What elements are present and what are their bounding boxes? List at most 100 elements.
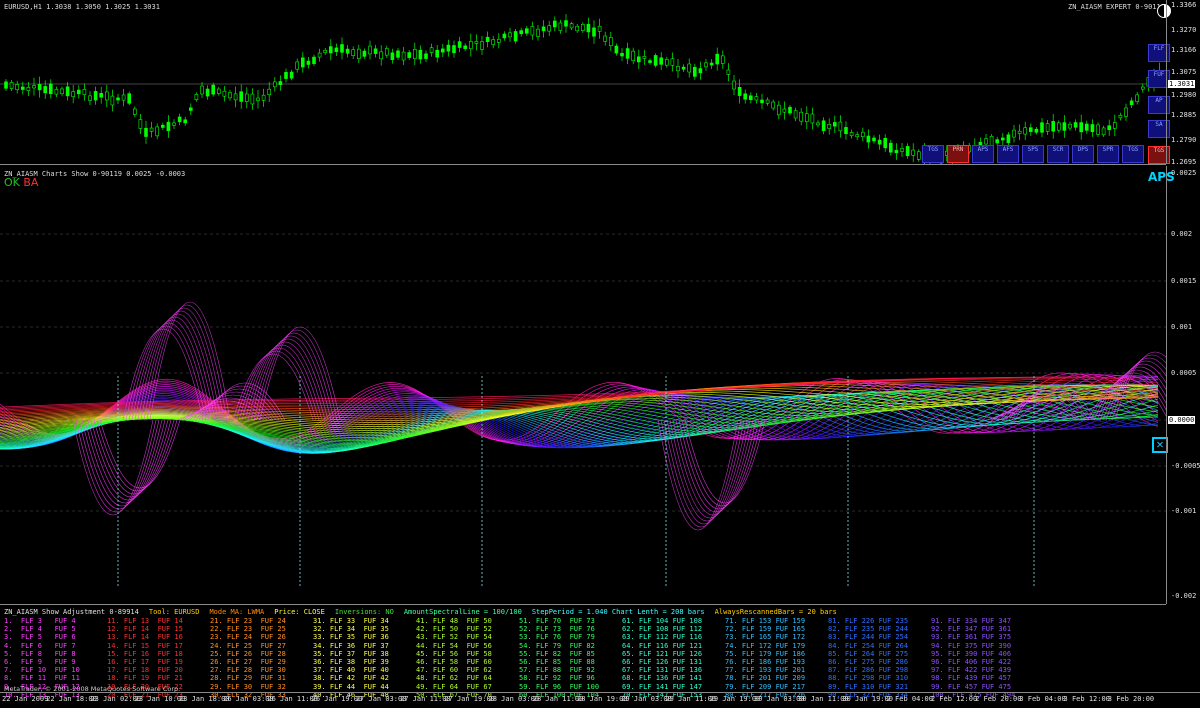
candle xyxy=(328,39,333,61)
adjustment-row: 11. FLF 13 FUF 14 xyxy=(107,617,183,625)
candle xyxy=(1000,133,1005,145)
candle xyxy=(519,27,524,37)
candle xyxy=(743,89,748,104)
adjustment-column: 21. FLF 23 FUF 24 22. FLF 23 FUF 25 23. FL… xyxy=(210,617,286,699)
candle xyxy=(99,86,103,104)
adjustment-column: 91. FLF 334 FUF 347 92. FLF 347 FUF 361 93… xyxy=(931,617,1015,699)
candle xyxy=(564,14,568,33)
candle xyxy=(530,21,535,40)
ok-ba-indicator: OK BA xyxy=(4,176,38,189)
candle xyxy=(608,31,613,52)
time-axis[interactable]: 22 Jan 2009 22 Jan 18:00 23 Jan 02:00 23 Ja… xyxy=(0,692,1200,708)
candle xyxy=(418,45,423,64)
toolbar-button-aps[interactable]: APS xyxy=(972,145,994,163)
time-axis-label: 28 Jan 03:00 xyxy=(488,695,540,703)
candle xyxy=(71,84,75,104)
adjustment-row: 21. FLF 23 FUF 24 xyxy=(210,617,286,625)
adjustment-row: 61. FLF 104 FUF 108 xyxy=(622,617,703,625)
adjustment-row: 55. FLF 82 FUF 85 xyxy=(519,649,595,658)
time-axis-label: 3 Feb 20:00 xyxy=(1107,695,1155,703)
toolbar-button-spr[interactable]: SPR xyxy=(1097,145,1119,163)
candle xyxy=(211,82,215,97)
adjustment-row: 62. FLF 108 FUF 112 xyxy=(622,625,703,634)
candle xyxy=(468,33,473,57)
price-scale[interactable]: 1.3366 1.3270 1.3166 1.3075 1.3031 1.2980 1.28… xyxy=(1166,0,1200,166)
candle xyxy=(1068,121,1072,131)
toolbar-button-afs[interactable]: AFS xyxy=(997,145,1019,163)
spectral-spike xyxy=(259,327,341,421)
candle xyxy=(664,56,669,68)
toolbar-button-scr[interactable]: SCR xyxy=(1047,145,1069,163)
candle xyxy=(15,80,19,94)
candle xyxy=(345,45,350,58)
candle xyxy=(1079,114,1083,140)
price-scale-tick: 1.2790 xyxy=(1171,136,1197,144)
candle xyxy=(905,143,910,159)
candle xyxy=(1017,124,1022,141)
adjustment-row: 8. FLF 11 FUF 11 xyxy=(4,674,80,683)
toolbar-button-dps[interactable]: DPS xyxy=(1072,145,1094,163)
adjustment-row: 5. FLF 8 FUF 8 xyxy=(4,649,76,658)
candle xyxy=(810,107,815,130)
candle xyxy=(760,93,764,109)
candle xyxy=(508,27,512,42)
candle xyxy=(401,46,406,66)
candle xyxy=(144,120,148,144)
adjustment-row: 92. FLF 347 FUF 361 xyxy=(931,625,1012,634)
toolbar-button-prn[interactable]: PRN xyxy=(947,145,969,163)
adjustment-row: 38. FLF 42 FUF 42 xyxy=(313,674,389,683)
candle xyxy=(172,119,176,129)
candle xyxy=(620,48,624,62)
time-axis-label: 26 Jan 19:00 xyxy=(311,695,363,703)
price-chart-pane[interactable]: EURUSD,H1 1.3038 1.3050 1.3025 1.3031 ZN… xyxy=(0,0,1166,165)
adjustment-column: 41. FLF 48 FUF 50 42. FLF 50 FUF 52 43. FL… xyxy=(416,617,492,699)
candle xyxy=(1101,125,1106,137)
indicator-scale[interactable]: 0.0025 0.002 0.0015 0.001 0.0005 0.0000 -0.000… xyxy=(1166,166,1200,604)
candle xyxy=(121,88,126,107)
time-axis-label: 23 Jan 10:00 xyxy=(134,695,186,703)
candle xyxy=(872,135,876,144)
adjustment-row: 57. FLF 88 FUF 92 xyxy=(519,666,595,675)
candle xyxy=(1113,114,1117,137)
candle xyxy=(379,45,384,66)
adjustment-column: 61. FLF 104 FUF 108 62. FLF 108 FUF 112 63… xyxy=(622,617,702,699)
candle xyxy=(1040,117,1044,137)
candle xyxy=(138,113,143,135)
candle xyxy=(698,61,703,80)
toolbar-button-tgs[interactable]: TGS xyxy=(1122,145,1144,163)
candle xyxy=(687,58,692,78)
candle xyxy=(916,149,921,162)
adjustment-row: 41. FLF 48 FUF 50 xyxy=(416,617,492,625)
adjustment-row: 12. FLF 14 FUF 15 xyxy=(107,625,183,634)
adjustment-header-part: Price: CLOSE xyxy=(274,608,325,616)
adjustment-row: 96. FLF 406 FUF 422 xyxy=(931,658,1012,667)
time-axis-label: 30 Jan 19:00 xyxy=(842,695,893,703)
adjustment-row: 43. FLF 52 FUF 54 xyxy=(416,633,492,642)
candle xyxy=(177,113,182,126)
candle xyxy=(474,34,479,51)
candle xyxy=(250,88,255,110)
candle xyxy=(631,47,636,65)
price-scale-tick: 1.3166 xyxy=(1171,46,1197,54)
candle xyxy=(614,43,619,56)
candle xyxy=(272,77,277,92)
time-axis-label: 27 Jan 19:00 xyxy=(444,695,495,703)
adjustment-row: 44. FLF 54 FUF 56 xyxy=(416,641,492,650)
adjustment-row: 68. FLF 136 FUF 141 xyxy=(622,674,703,683)
toolbar-button-sps[interactable]: SPS xyxy=(1022,145,1044,163)
adjustment-row: 28. FLF 29 FUF 31 xyxy=(210,674,286,683)
indicator-scale-tick: 0.001 xyxy=(1171,323,1193,331)
candle xyxy=(384,45,389,58)
time-axis-label: 30 Jan 11:00 xyxy=(798,695,849,703)
adjustment-row: 34. FLF 36 FUF 37 xyxy=(313,641,389,650)
indicator-pane[interactable]: ZN_AIASM Charts Show 0-90119 0.0025 -0.0… xyxy=(0,166,1166,605)
candle xyxy=(502,31,507,41)
indicator-scale-tick: -0.001 xyxy=(1171,507,1197,515)
adjustment-column: 31. FLF 33 FUF 34 32. FLF 34 FUF 35 33. FL… xyxy=(313,617,389,699)
candle xyxy=(821,117,826,135)
adjustment-row: 33. FLF 35 FUF 36 xyxy=(313,633,389,642)
candle xyxy=(485,31,490,48)
adjustment-row: 71. FLF 153 FUF 159 xyxy=(725,617,806,625)
toolbar-button-tgs[interactable]: TGS xyxy=(922,145,944,163)
metatrader-window: EURUSD,H1 1.3038 1.3050 1.3025 1.3031 ZN… xyxy=(0,0,1200,707)
